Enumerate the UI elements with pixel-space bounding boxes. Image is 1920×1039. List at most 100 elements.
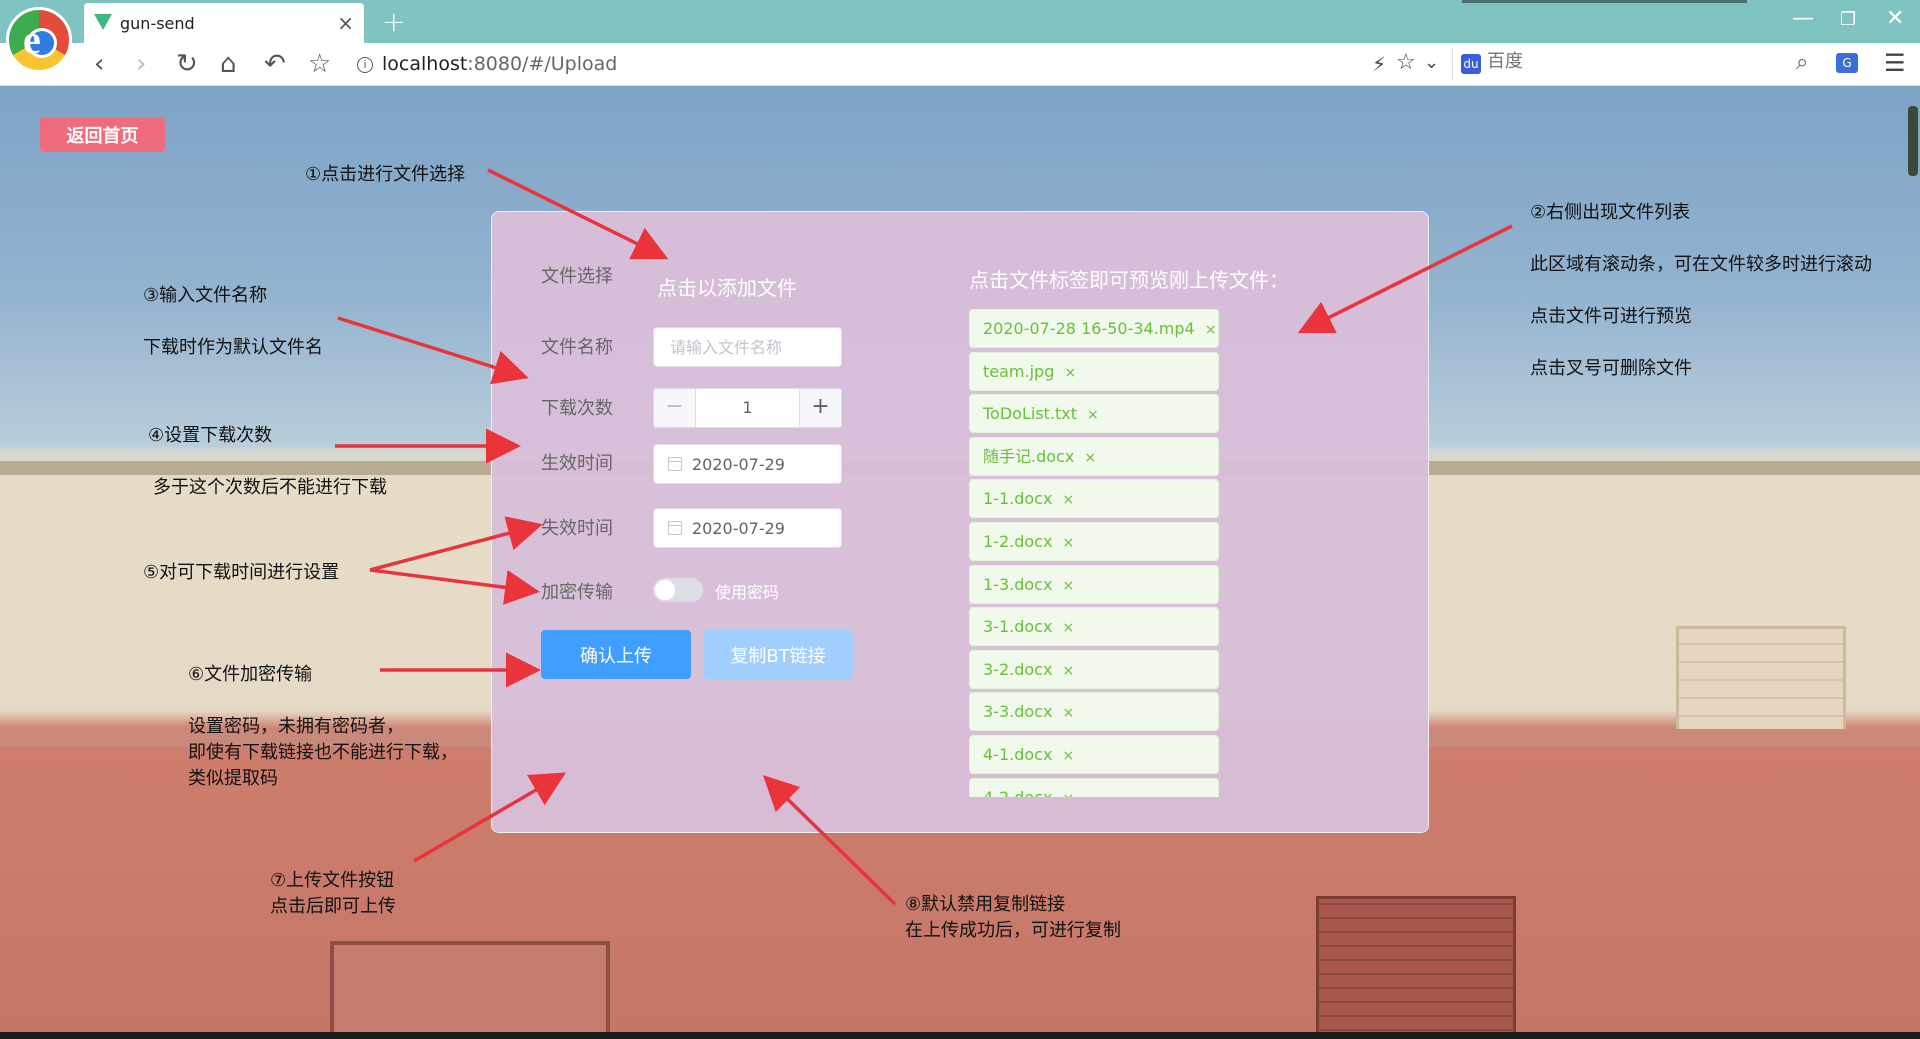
remove-file-icon[interactable]: ×: [1064, 365, 1076, 381]
bookmark-star-icon[interactable]: ☆: [308, 49, 331, 79]
file-tag[interactable]: 1-3.docx ×: [969, 564, 1219, 604]
annotation-4b: 多于这个次数后不能进行下载: [153, 477, 387, 498]
start-date-value: 2020-07-29: [692, 454, 785, 474]
remove-file-icon[interactable]: ×: [1062, 791, 1074, 797]
file-tag[interactable]: 3-2.docx ×: [969, 649, 1219, 689]
remove-file-icon[interactable]: ×: [1062, 705, 1074, 721]
file-tag-label: 3-2.docx: [983, 659, 1053, 679]
file-tag[interactable]: 4-2.docx ×: [969, 777, 1219, 797]
file-name-label: 文件名称: [541, 337, 613, 358]
remove-file-icon[interactable]: ×: [1062, 492, 1074, 508]
browser-tab[interactable]: gun-send ×: [84, 3, 364, 43]
minimize-icon[interactable]: —: [1792, 6, 1814, 31]
file-name-input[interactable]: [653, 327, 842, 367]
remove-file-icon[interactable]: ×: [1062, 748, 1074, 764]
file-tag-label: 2020-07-28 16-50-34.mp4: [983, 319, 1195, 338]
file-tag-label: 3-3.docx: [983, 702, 1053, 722]
toggle-knob: [655, 580, 675, 600]
add-file-link[interactable]: 点击以添加文件: [657, 272, 797, 301]
search-icon[interactable]: ⌕: [1796, 50, 1808, 75]
address-bar[interactable]: localhost:8080/#/Upload: [382, 53, 617, 75]
end-date-value: 2020-07-29: [692, 518, 785, 538]
file-tag[interactable]: ToDoList.txt ×: [969, 394, 1219, 434]
forward-icon[interactable]: ›: [136, 49, 146, 79]
undo-icon[interactable]: ↶: [264, 49, 286, 79]
annotation-6c: 即使有下载链接也不能进行下载，: [188, 742, 458, 763]
favorite-star-icon[interactable]: ☆: [1396, 50, 1416, 75]
home-icon[interactable]: ⌂: [220, 49, 237, 79]
close-window-icon[interactable]: ✕: [1886, 6, 1904, 31]
start-time-label: 生效时间: [541, 453, 613, 474]
decrement-button[interactable]: −: [654, 389, 696, 427]
new-tab-button[interactable]: +: [382, 5, 405, 38]
file-tag[interactable]: 2020-07-28 16-50-34.mp4 ×: [969, 309, 1219, 348]
remove-file-icon[interactable]: ×: [1062, 578, 1074, 594]
remove-file-icon[interactable]: ×: [1205, 322, 1217, 338]
titlebar-strip: [1462, 0, 1747, 3]
file-list-title: 点击文件标签即可预览刚上传文件：: [969, 268, 1289, 292]
browser-titlebar: gun-send × + — ❐ ✕: [0, 0, 1920, 43]
translate-icon[interactable]: G: [1836, 53, 1858, 73]
remove-file-icon[interactable]: ×: [1062, 663, 1074, 679]
annotation-2a: ②右侧出现文件列表: [1530, 202, 1691, 223]
annotation-6d: 类似提取码: [188, 768, 278, 789]
file-select-label: 文件选择: [541, 266, 613, 287]
file-tag[interactable]: 随手记.docx ×: [969, 436, 1219, 476]
upload-card: 文件选择 点击以添加文件 文件名称 下载次数 − 1 + 生效时间 2020-0…: [491, 211, 1429, 833]
annotation-3a: ③输入文件名称: [143, 285, 268, 306]
download-count-value[interactable]: 1: [696, 389, 799, 427]
menu-icon[interactable]: ☰: [1884, 49, 1906, 77]
increment-button[interactable]: +: [799, 389, 841, 427]
back-icon[interactable]: ‹: [94, 49, 104, 79]
annotation-2d: 点击叉号可删除文件: [1530, 358, 1692, 379]
file-tag[interactable]: team.jpg ×: [969, 351, 1219, 391]
file-tag[interactable]: 1-2.docx ×: [969, 522, 1219, 561]
baidu-icon: du: [1461, 54, 1481, 74]
back-home-button[interactable]: 返回首页: [40, 117, 165, 152]
use-password-label: 使用密码: [715, 583, 780, 602]
building-door: [330, 941, 610, 1032]
file-tag[interactable]: 1-1.docx ×: [969, 479, 1219, 519]
chevron-down-icon[interactable]: ⌄: [1424, 52, 1439, 73]
file-tag[interactable]: 4-1.docx ×: [969, 735, 1219, 774]
remove-file-icon[interactable]: ×: [1084, 450, 1096, 466]
browser-logo: e: [6, 7, 72, 73]
annotation-8a: ⑧默认禁用复制链接: [905, 894, 1066, 915]
file-tag[interactable]: 3-1.docx ×: [969, 607, 1219, 647]
reload-icon[interactable]: ↻: [176, 49, 198, 79]
search-engine-box[interactable]: du: [1452, 49, 1782, 79]
confirm-upload-button[interactable]: 确认上传: [541, 630, 691, 679]
bolt-icon[interactable]: ⚡: [1372, 52, 1386, 76]
remove-file-icon[interactable]: ×: [1062, 535, 1074, 551]
page-scrollbar[interactable]: [1908, 106, 1918, 176]
address-host: localhost: [382, 53, 468, 75]
calendar-icon: [668, 457, 682, 471]
download-count-stepper[interactable]: − 1 +: [653, 388, 842, 428]
vue-favicon-icon: [94, 14, 112, 30]
start-date-picker[interactable]: 2020-07-29: [653, 444, 842, 484]
file-tag[interactable]: 3-3.docx ×: [969, 692, 1219, 732]
annotation-7b: 点击后即可上传: [270, 896, 396, 917]
page-viewport: 返回首页 文件选择 点击以添加文件 文件名称 下载次数 − 1 + 生效时间 2…: [0, 86, 1920, 1032]
password-toggle[interactable]: [653, 578, 703, 602]
end-date-picker[interactable]: 2020-07-29: [653, 508, 842, 548]
tab-close-icon[interactable]: ×: [337, 11, 354, 35]
copy-bt-link-button[interactable]: 复制BT链接: [703, 630, 853, 679]
file-list[interactable]: 2020-07-28 16-50-34.mp4 × team.jpg × ToDoLis…: [969, 309, 1224, 797]
site-info-icon[interactable]: i: [357, 57, 373, 73]
remove-file-icon[interactable]: ×: [1062, 620, 1074, 636]
file-tag-label: team.jpg: [983, 361, 1055, 381]
file-tag-label: 1-1.docx: [983, 489, 1053, 509]
annotation-5: ⑤对可下载时间进行设置: [143, 562, 340, 583]
download-count-label: 下载次数: [541, 398, 613, 419]
os-taskbar: [0, 1032, 1920, 1039]
browser-logo-letter: e: [23, 17, 41, 62]
bricked-window: [1676, 626, 1846, 736]
address-path: :8080/#/Upload: [467, 53, 618, 75]
end-time-label: 失效时间: [541, 518, 613, 539]
restore-icon[interactable]: ❐: [1840, 9, 1856, 30]
annotation-2c: 点击文件可进行预览: [1530, 306, 1692, 327]
annotation-6b: 设置密码，未拥有密码者，: [188, 716, 404, 737]
search-input[interactable]: [1487, 51, 1737, 72]
remove-file-icon[interactable]: ×: [1087, 407, 1099, 423]
